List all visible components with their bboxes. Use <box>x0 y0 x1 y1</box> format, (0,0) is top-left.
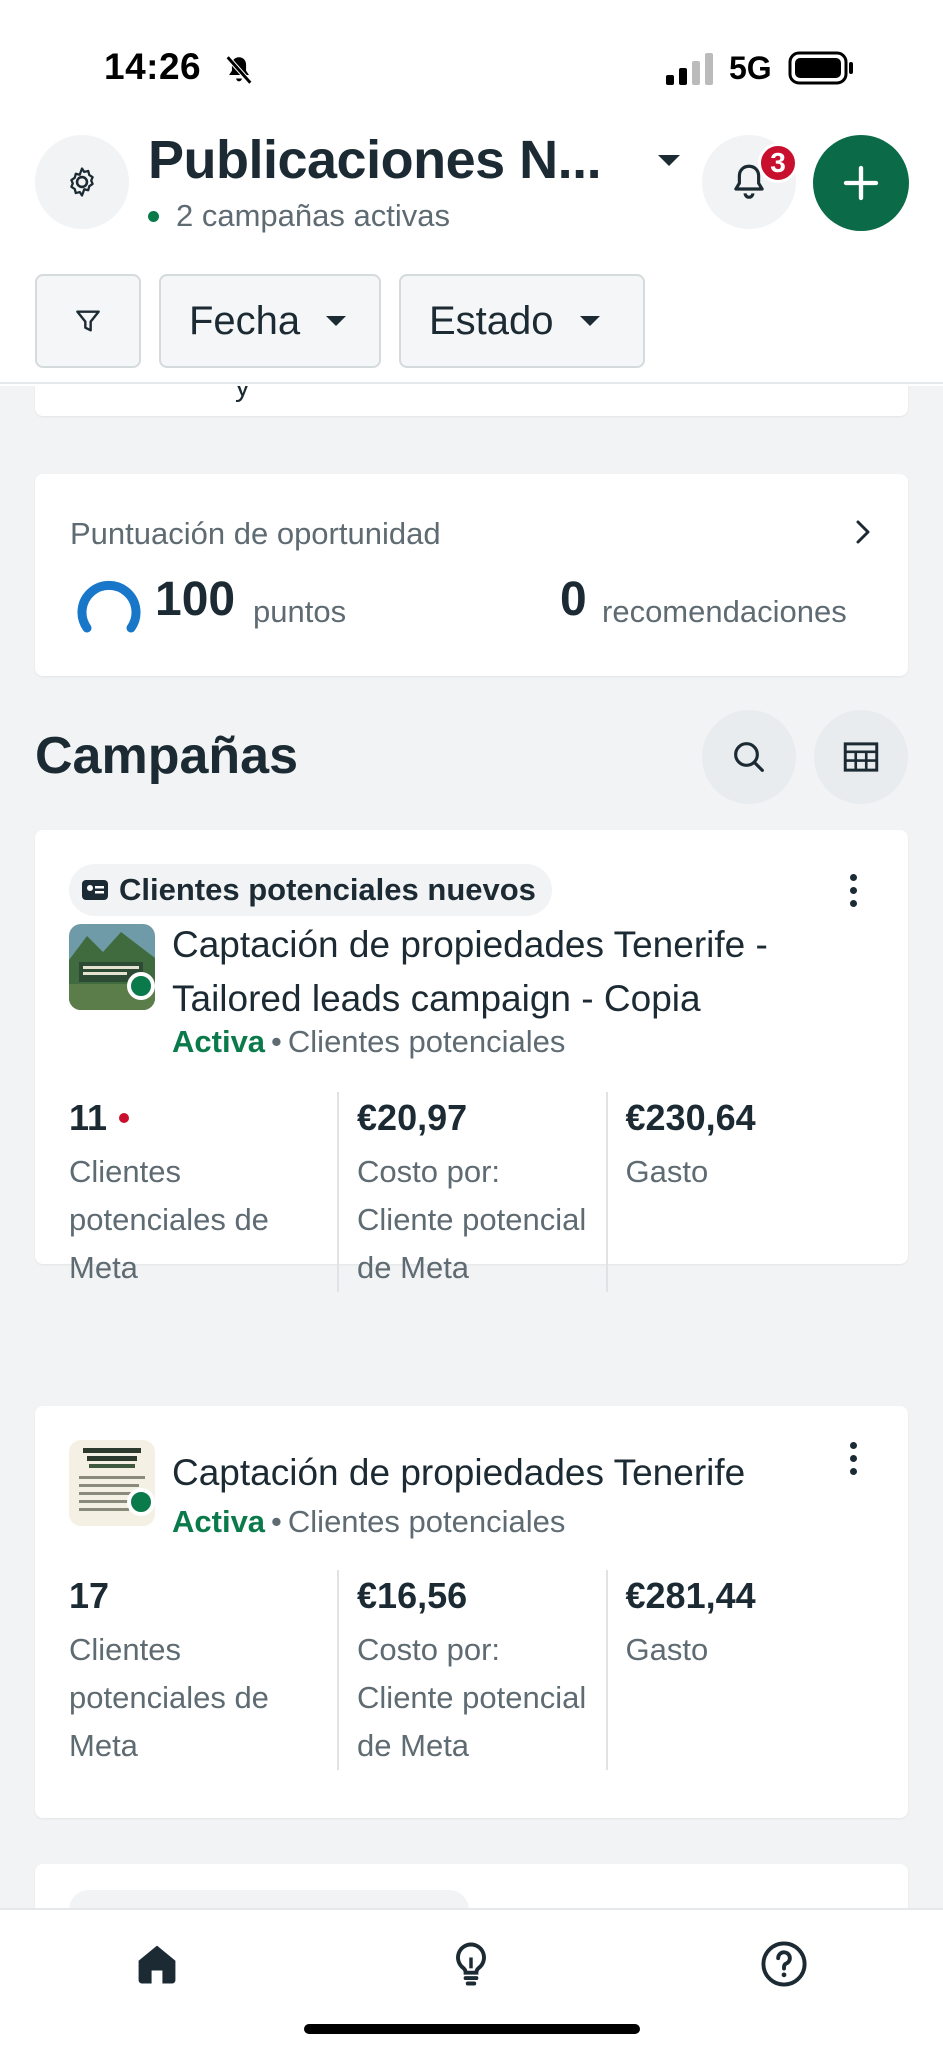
home-indicator[interactable] <box>304 2024 640 2034</box>
campaign-status-line: Activa • Clientes potenciales <box>172 1504 566 1539</box>
recommendations-label: recomendaciones <box>602 594 847 629</box>
opportunity-score-title: Puntuación de oportunidad <box>70 516 441 551</box>
bottom-navigation <box>0 1908 943 2048</box>
metric-label: Gasto <box>625 1632 709 1667</box>
opportunity-score-card[interactable]: Puntuación de oportunidad 100 puntos 0 r… <box>35 474 908 676</box>
campaign-active-indicator <box>127 972 155 1000</box>
more-vertical-icon <box>849 873 857 881</box>
status-time: 14:26 <box>104 46 202 87</box>
status-filter-dropdown[interactable]: Estado <box>399 274 645 368</box>
metric-spend: €281,44 Gasto <box>605 1570 874 1770</box>
app-header: Publicaciones N... 2 campañas activas 3 <box>0 125 943 270</box>
create-button[interactable] <box>813 135 909 231</box>
campaign-card-partial[interactable] <box>35 1864 908 1908</box>
ad-account-name[interactable]: Publicaciones N... <box>148 129 602 191</box>
caret-down-icon <box>326 316 347 326</box>
filter-funnel-icon <box>76 310 100 332</box>
metric-value: €281,44 <box>625 1575 756 1616</box>
table-icon <box>843 742 879 772</box>
filter-bar: Fecha Estado <box>0 272 943 384</box>
objective-label: Clientes potenciales nuevos <box>119 872 536 907</box>
metric-label: Clientes potenciales de Meta <box>69 1154 269 1285</box>
campaign-name[interactable]: Captación de propiedades Tenerife <box>172 1446 872 1500</box>
metric-label: Gasto <box>625 1154 709 1189</box>
lightbulb-icon[interactable] <box>445 1938 497 1990</box>
chevron-right-icon <box>856 520 870 544</box>
campaign-metrics: 17 Clientes potenciales de Meta €16,56 C… <box>69 1570 874 1770</box>
campaigns-section-title: Campañas <box>35 727 298 785</box>
network-type: 5G <box>729 50 772 86</box>
campaign-metrics: 11 Clientes potenciales de Meta €20,97 C… <box>69 1092 874 1292</box>
campaign-type: Clientes potenciales <box>287 1024 566 1059</box>
help-icon[interactable] <box>758 1938 810 1990</box>
caret-down-icon <box>579 316 600 326</box>
metric-cost-per-lead: €20,97 Costo por: Cliente potencial de M… <box>337 1092 605 1292</box>
campaign-name[interactable]: Captación de propiedades Tenerife - Tail… <box>172 918 872 1026</box>
campaign-status-line: Activa • Clientes potenciales <box>172 1024 566 1059</box>
notification-badge: 3 <box>758 143 798 183</box>
objective-pill: Clientes potenciales nuevos <box>69 864 552 916</box>
previous-card-partial: y <box>35 386 908 416</box>
active-campaigns-count: 2 campañas activas <box>176 198 450 233</box>
alert-dot-icon <box>119 1113 130 1123</box>
campaign-type: Clientes potenciales <box>287 1504 566 1539</box>
recommendations-count: 0 <box>560 573 587 626</box>
chevron-down-icon[interactable] <box>658 155 680 166</box>
metric-value: €230,64 <box>625 1097 756 1138</box>
metric-spend: €230,64 Gasto <box>605 1092 874 1292</box>
settings-button[interactable] <box>35 135 129 229</box>
status-filter-label: Estado <box>429 298 554 343</box>
gear-icon <box>70 167 94 197</box>
metric-value: 11 <box>69 1097 108 1138</box>
date-filter-label: Fecha <box>189 298 301 343</box>
search-campaigns-button[interactable] <box>702 710 796 804</box>
metric-leads: 11 Clientes potenciales de Meta <box>69 1092 337 1292</box>
metric-label: Clientes potenciales de Meta <box>69 1632 269 1763</box>
opportunity-score-value: 100 <box>155 573 236 626</box>
campaign-card[interactable]: Captación de propiedades Tenerife Activa… <box>35 1406 908 1818</box>
metric-value: €16,56 <box>357 1575 468 1616</box>
main-scroll-area[interactable]: y Puntuación de oportunidad 100 puntos 0… <box>0 386 943 1908</box>
metric-value: €20,97 <box>357 1097 468 1138</box>
table-view-button[interactable] <box>814 710 908 804</box>
campaign-card[interactable]: Clientes potenciales nuevos Captación de… <box>35 830 908 1292</box>
metric-label: Costo por: Cliente potencial de Meta <box>357 1632 587 1763</box>
battery-icon <box>788 51 853 85</box>
campaign-status: Activa <box>172 1504 266 1539</box>
status-bar: 14:26 5G <box>0 0 943 125</box>
partial-text-fragment: y <box>235 386 250 403</box>
date-filter-dropdown[interactable]: Fecha <box>159 274 381 368</box>
plus-icon <box>843 165 879 201</box>
cellular-signal-icon <box>666 53 713 85</box>
score-ring-icon <box>77 580 141 633</box>
bell-muted-icon <box>225 55 253 85</box>
home-icon[interactable] <box>131 1938 183 1990</box>
more-options-button[interactable] <box>833 860 873 920</box>
metric-leads: 17 Clientes potenciales de Meta <box>69 1570 337 1770</box>
metric-cost-per-lead: €16,56 Costo por: Cliente potencial de M… <box>337 1570 605 1770</box>
opportunity-score-unit: puntos <box>253 594 347 629</box>
campaign-active-indicator <box>127 1488 155 1516</box>
campaign-status: Activa <box>172 1024 266 1059</box>
lead-form-icon <box>82 880 108 900</box>
active-status-dot <box>148 211 159 222</box>
metric-label: Costo por: Cliente potencial de Meta <box>357 1154 587 1285</box>
search-icon <box>734 742 764 772</box>
metric-value: 17 <box>69 1575 110 1616</box>
filter-button[interactable] <box>35 274 141 368</box>
objective-pill <box>69 1890 469 1908</box>
